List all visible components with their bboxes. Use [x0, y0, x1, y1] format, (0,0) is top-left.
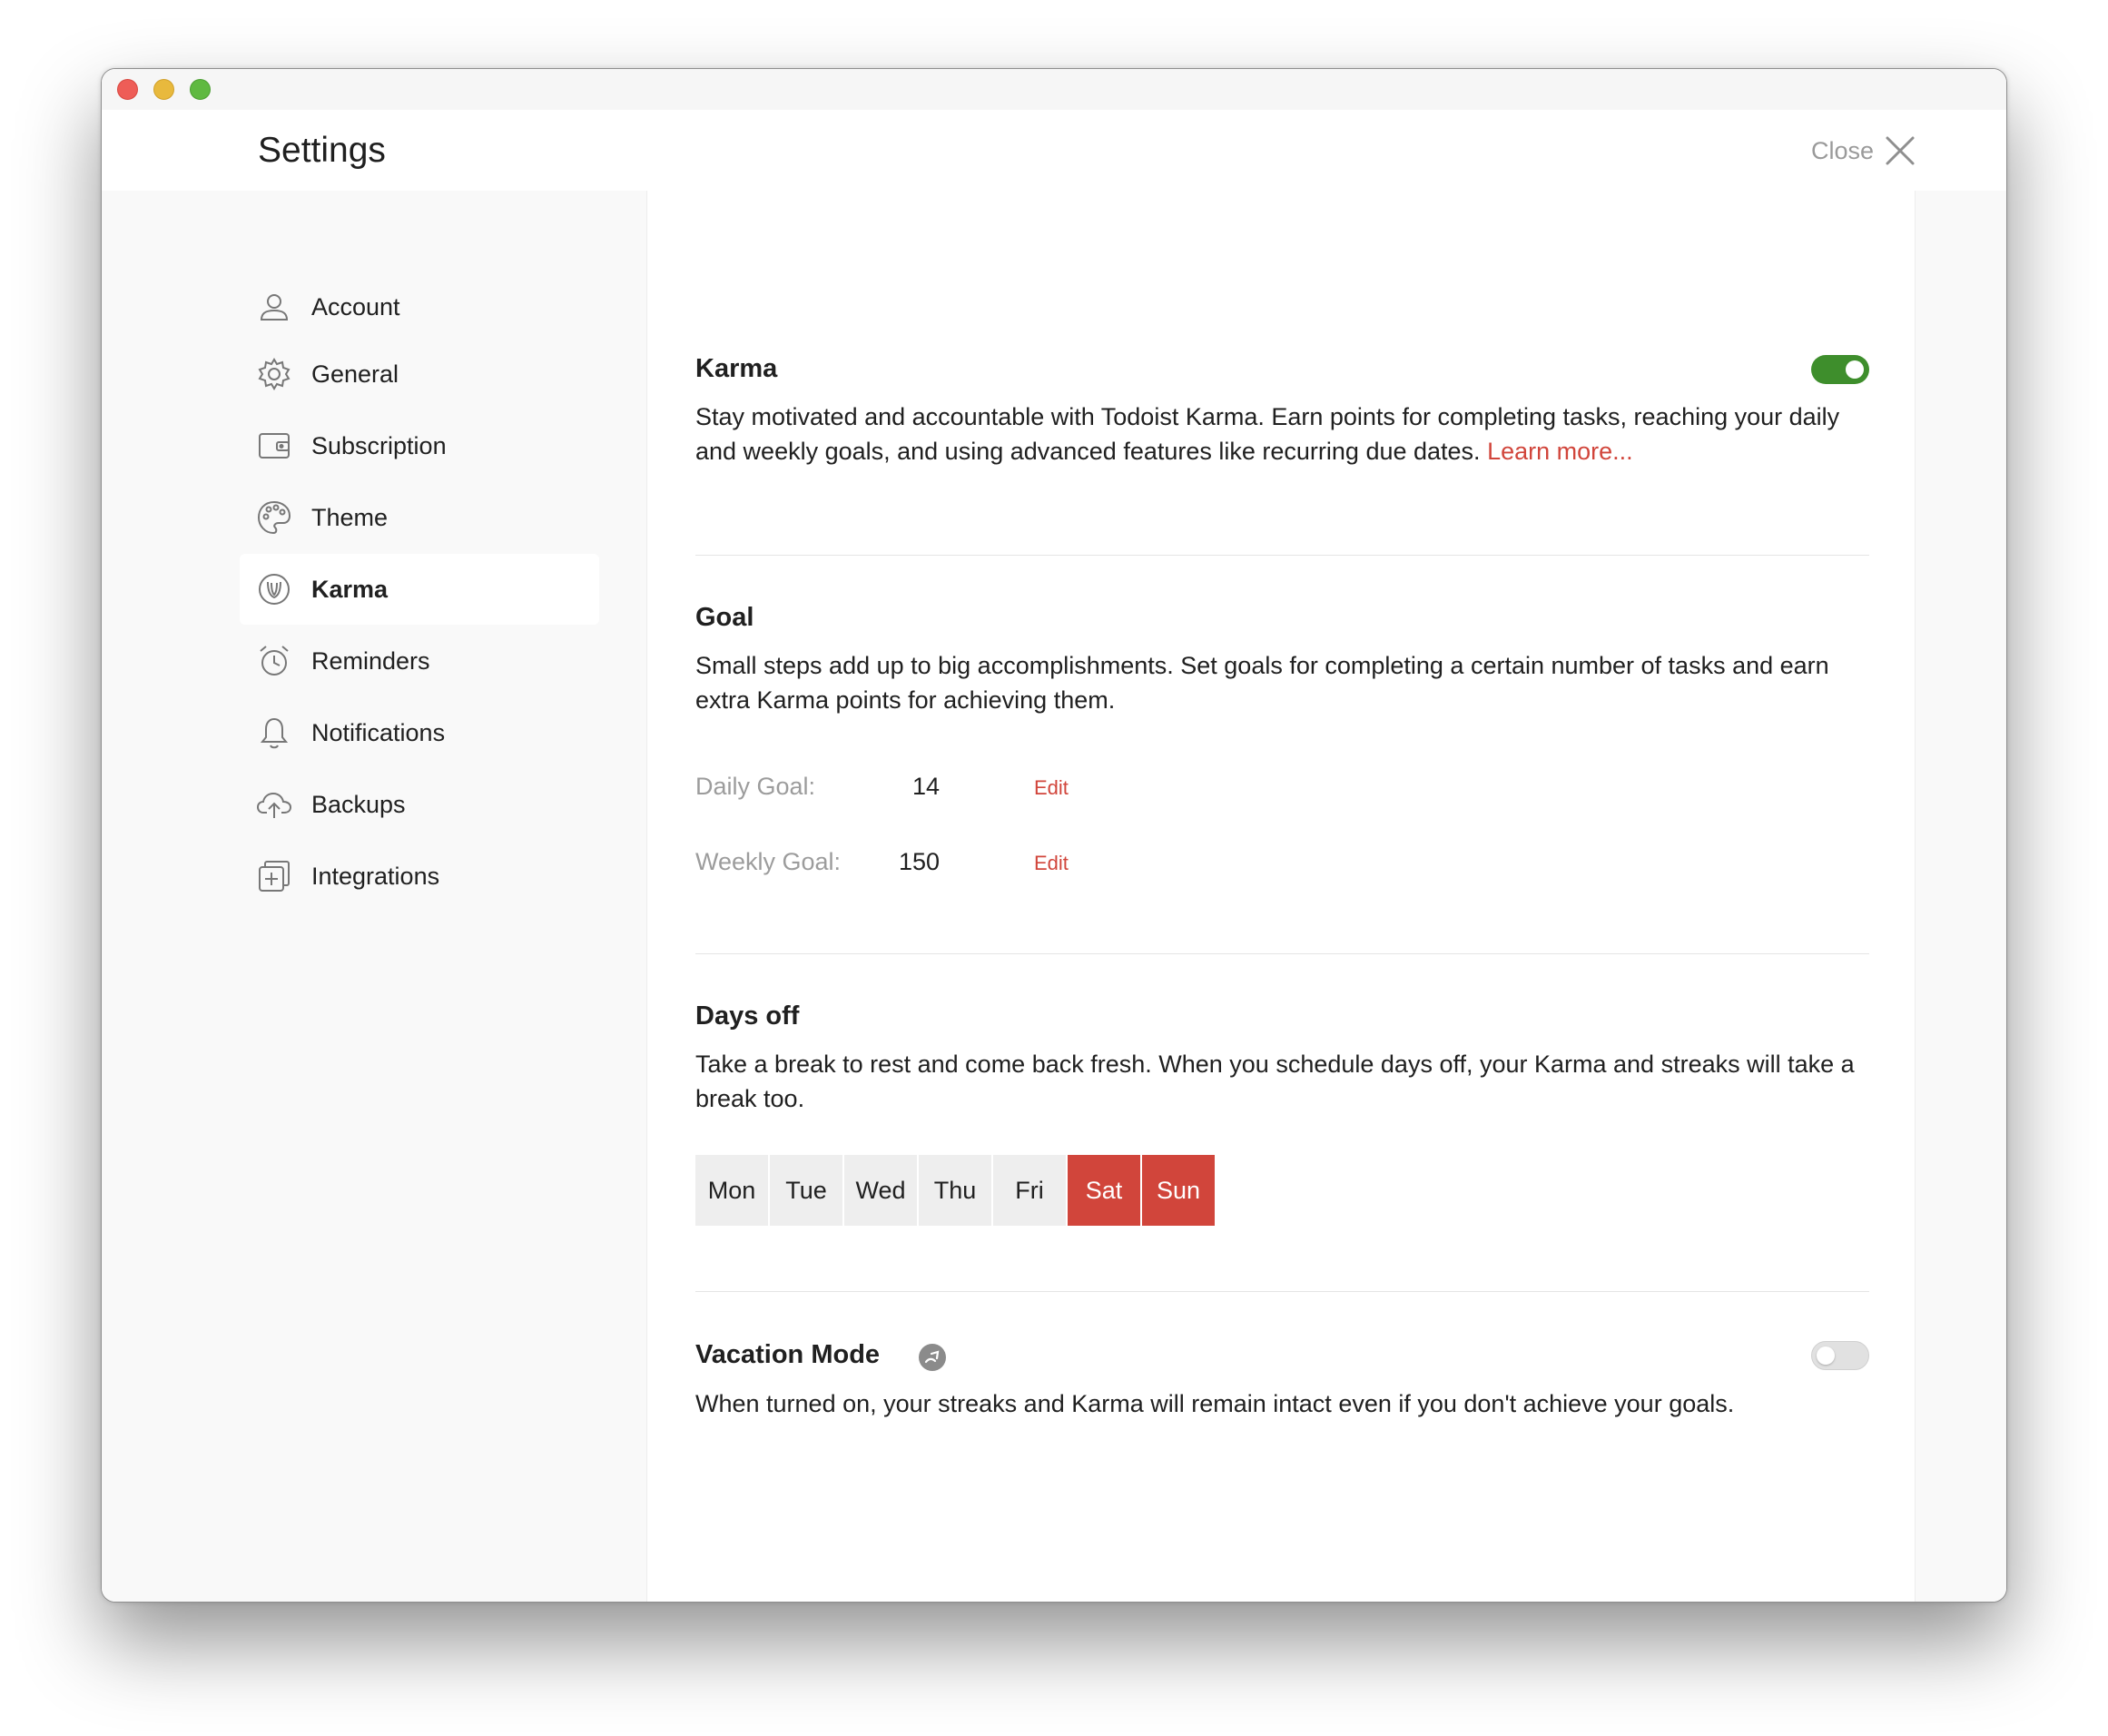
sidebar-item-label: Reminders	[311, 646, 430, 675]
days-off-section-title: Days off	[695, 1001, 800, 1031]
window-close-dot[interactable]	[117, 79, 138, 100]
palette-icon	[256, 499, 292, 536]
window-minimize-dot[interactable]	[153, 79, 174, 100]
vacation-section-title: Vacation Mode	[695, 1340, 881, 1369]
weekly-goal-value: 150	[898, 848, 940, 875]
right-gutter	[1916, 191, 2006, 1602]
daily-goal-value: 14	[911, 773, 940, 800]
weekly-goal-edit-link[interactable]: Edit	[1034, 852, 1069, 875]
wallet-icon	[256, 428, 292, 464]
title-bar	[102, 69, 2006, 110]
sidebar-item-general[interactable]: General	[240, 339, 599, 409]
sidebar-item-account[interactable]: Account	[240, 271, 599, 342]
daily-goal-label: Daily Goal:	[695, 773, 816, 800]
day-sat[interactable]: Sat	[1068, 1155, 1140, 1226]
day-sun[interactable]: Sun	[1142, 1155, 1215, 1226]
section-divider	[695, 1291, 1869, 1292]
sidebar-item-label: Subscription	[311, 431, 447, 459]
goal-section-title: Goal	[695, 603, 754, 632]
day-thu[interactable]: Thu	[919, 1155, 991, 1226]
sidebar-item-label: Backups	[311, 790, 406, 818]
toggle-knob	[1846, 360, 1864, 379]
cloud-upload-icon	[256, 786, 292, 823]
day-fri[interactable]: Fri	[993, 1155, 1066, 1226]
close-button[interactable]: Close	[1811, 130, 1916, 172]
sidebar-item-label: Notifications	[311, 718, 446, 746]
day-tue[interactable]: Tue	[770, 1155, 842, 1226]
karma-description: Stay motivated and accountable with Todo…	[695, 399, 1876, 469]
sidebar-item-subscription[interactable]: Subscription	[240, 410, 599, 481]
toggle-knob	[1817, 1346, 1835, 1365]
sidebar-item-label: Account	[311, 292, 400, 321]
sidebar-item-reminders[interactable]: Reminders	[240, 626, 599, 696]
sidebar-item-label: Karma	[311, 575, 389, 603]
close-icon	[1885, 135, 1916, 166]
close-label: Close	[1810, 136, 1874, 164]
day-wed[interactable]: Wed	[844, 1155, 917, 1226]
karma-description-text: Stay motivated and accountable with Todo…	[695, 403, 1840, 465]
karma-toggle[interactable]	[1811, 355, 1869, 384]
vacation-info-icon[interactable]	[918, 1343, 947, 1376]
section-divider	[695, 953, 1869, 954]
settings-content: Karma Stay motivated and accountable wit…	[646, 191, 1916, 1602]
karma-icon	[256, 571, 292, 607]
sidebar-item-backups[interactable]: Backups	[240, 769, 599, 840]
settings-window: Settings Close Account General Subscript…	[101, 68, 2007, 1603]
sidebar-item-theme[interactable]: Theme	[240, 482, 599, 553]
goal-description: Small steps add up to big accomplishment…	[695, 652, 1829, 714]
page-title: Settings	[258, 131, 386, 170]
bell-icon	[256, 715, 292, 751]
window-zoom-dot[interactable]	[190, 79, 211, 100]
daily-goal-edit-link[interactable]: Edit	[1034, 776, 1069, 800]
sidebar-item-label: Integrations	[311, 862, 440, 890]
alarm-clock-icon	[256, 643, 292, 679]
sidebar-item-label: General	[311, 360, 399, 388]
learn-more-link[interactable]: Learn more...	[1487, 438, 1633, 465]
vacation-description: When turned on, your streaks and Karma w…	[695, 1390, 1735, 1417]
settings-sidebar: Account General Subscription Theme Karma	[102, 191, 646, 1602]
person-icon	[256, 289, 292, 325]
sidebar-item-notifications[interactable]: Notifications	[240, 697, 599, 768]
weekly-goal-label: Weekly Goal:	[695, 848, 842, 875]
days-off-description: Take a break to rest and come back fresh…	[695, 1050, 1855, 1112]
sidebar-item-label: Theme	[311, 503, 389, 531]
section-divider	[695, 555, 1869, 556]
vacation-toggle[interactable]	[1811, 1341, 1869, 1370]
karma-section-title: Karma	[695, 354, 778, 383]
plus-square-icon	[256, 858, 292, 894]
sidebar-item-integrations[interactable]: Integrations	[240, 841, 599, 912]
days-off-selector: Mon Tue Wed Thu Fri Sat Sun	[695, 1155, 1215, 1226]
day-mon[interactable]: Mon	[695, 1155, 768, 1226]
gear-icon	[256, 356, 292, 392]
sidebar-item-karma[interactable]: Karma	[240, 554, 599, 625]
